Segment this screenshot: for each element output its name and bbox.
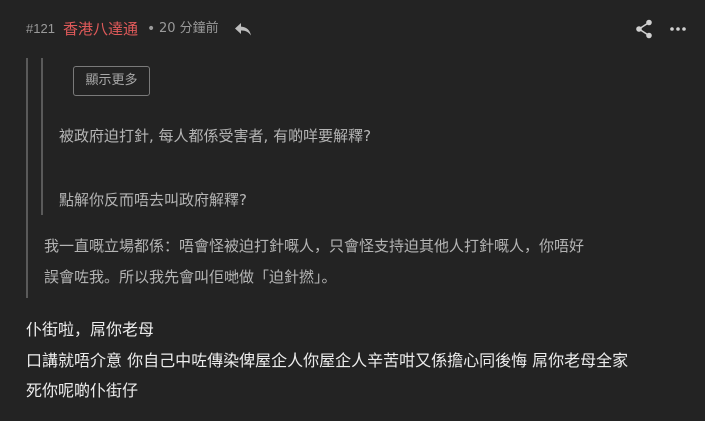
nested-quote-line: 點解你反而唔去叫政府解釋? [59, 191, 247, 209]
reply-line: 仆街啦，屌你老母 [26, 320, 155, 339]
separator-dot: • [147, 21, 156, 37]
quote-line: 誤會咗我。所以我先會叫佢哋做「迫針撚」。 [44, 268, 337, 286]
more-icon[interactable] [669, 20, 687, 38]
show-more-button[interactable]: 顯示更多 [73, 66, 150, 96]
nested-quote-bar [41, 58, 43, 215]
post-timestamp: 20 分鐘前 [159, 21, 219, 36]
share-icon[interactable] [635, 19, 653, 39]
post-number[interactable]: #121 [26, 20, 55, 38]
post-header: #121 香港八達通 • 20 分鐘前 [0, 0, 705, 52]
quote-bar [26, 58, 28, 298]
reply-line: 口講就唔介意 你自己中咗傳染俾屋企人你屋企人辛苦咁又係擔心同後悔 屌你老母全家 [26, 351, 629, 370]
nested-quote-line: 被政府迫打針, 每人都係受害者, 有啲咩要解釋? [59, 127, 372, 145]
username-link[interactable]: 香港八達通 [63, 19, 138, 39]
quote-line: 我一直嘅立場都係：唔會怪被迫打針嘅人，只會怪支持迫其他人打針嘅人，你唔好 [44, 237, 585, 255]
reply-icon[interactable] [234, 21, 252, 37]
reply-line: 死你呢啲仆街仔 [26, 381, 139, 400]
